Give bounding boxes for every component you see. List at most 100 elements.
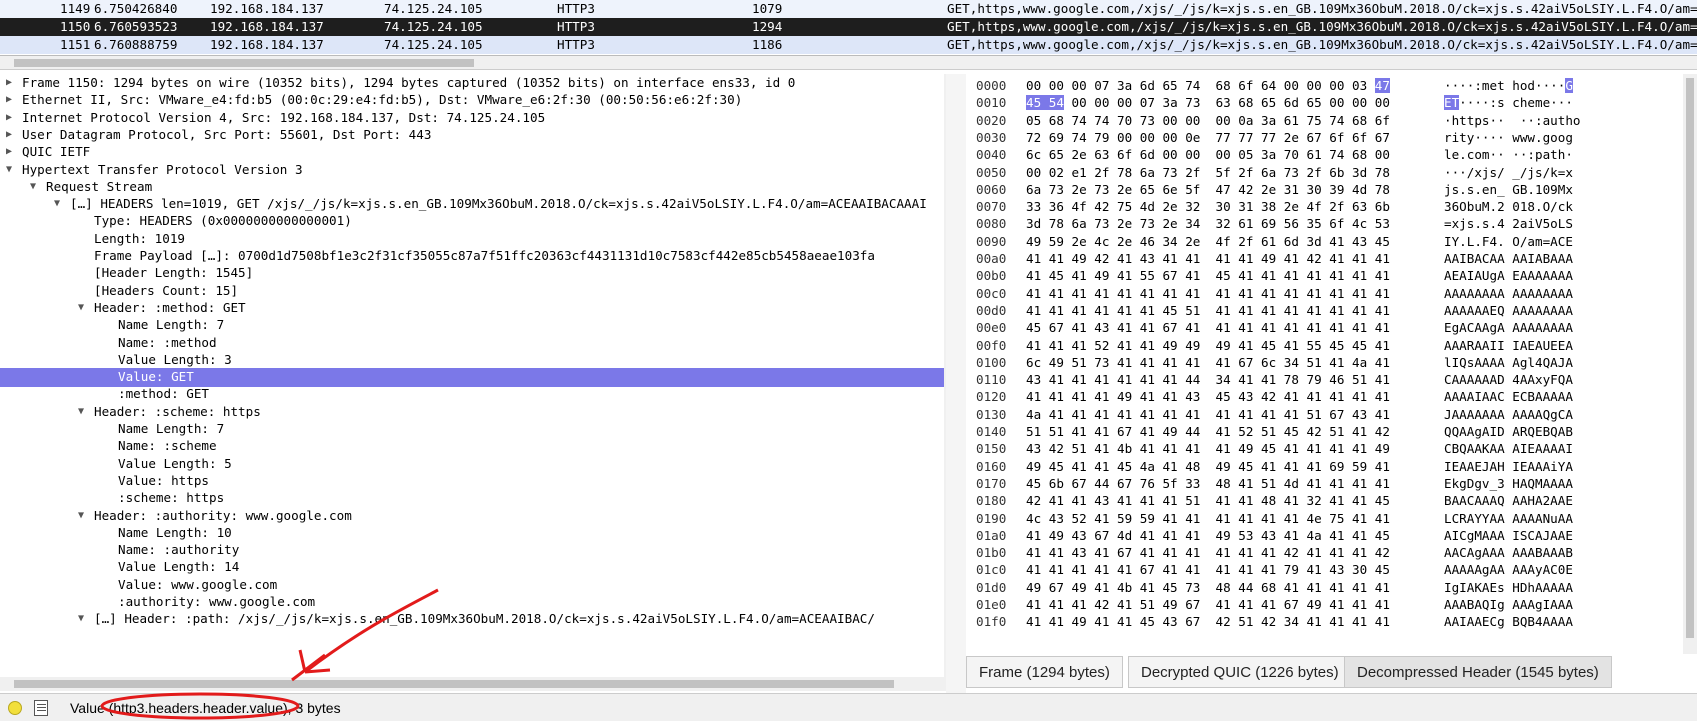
packet-row[interactable]: 1151 6.760888759 192.168.184.137 74.125.… bbox=[0, 36, 1697, 54]
hex-ascii[interactable]: CBQAAKAA AIEAAAAI bbox=[1444, 440, 1573, 459]
hex-bytes[interactable]: 45 67 41 43 41 41 67 41 41 41 41 41 41 4… bbox=[1026, 319, 1390, 338]
tree-item[interactable]: [Headers Count: 15] bbox=[0, 282, 946, 301]
expand-right-icon[interactable]: ▶ bbox=[6, 95, 16, 105]
expand-down-icon[interactable]: ▼ bbox=[78, 510, 88, 521]
hex-bytes[interactable]: 72 69 74 79 00 00 00 0e 77 77 77 2e 67 6… bbox=[1026, 129, 1390, 148]
hex-ascii[interactable]: AAARAAII IAEAUEEA bbox=[1444, 337, 1573, 356]
hex-ascii[interactable]: IEAAEJAH IEAAAiYA bbox=[1444, 458, 1573, 477]
packet-list[interactable]: 1149 6.750426840 192.168.184.137 74.125.… bbox=[0, 0, 1697, 56]
scroll-thumb[interactable] bbox=[14, 680, 894, 688]
tree-item[interactable]: Value Length: 5 bbox=[0, 455, 946, 474]
hex-bytes[interactable]: 49 67 49 41 4b 41 45 73 48 44 68 41 41 4… bbox=[1026, 579, 1390, 598]
packet-list-hscroll[interactable] bbox=[0, 56, 1697, 70]
hex-bytes[interactable]: 4c 43 52 41 59 59 41 41 41 41 41 41 4e 7… bbox=[1026, 510, 1390, 529]
hex-ascii[interactable]: QQAAgAID ARQEBQAB bbox=[1444, 423, 1573, 442]
expand-right-icon[interactable]: ▶ bbox=[6, 129, 16, 140]
scroll-thumb[interactable] bbox=[14, 59, 474, 67]
tab-decrypted-quic[interactable]: Decrypted QUIC (1226 bytes) bbox=[1128, 656, 1352, 688]
hex-bytes[interactable]: 49 59 2e 4c 2e 46 34 2e 4f 2f 61 6d 3d 4… bbox=[1026, 233, 1390, 252]
tree-item[interactable]: ▶ User Datagram Protocol, Src Port: 55601… bbox=[0, 126, 946, 145]
tree-item-selected[interactable]: Value: GET bbox=[0, 368, 946, 387]
expand-down-icon[interactable]: ▼ bbox=[6, 164, 16, 175]
tree-item[interactable]: ▼ Header: :method: GET bbox=[0, 299, 946, 318]
tree-item[interactable]: [Header Length: 1545] bbox=[0, 264, 946, 283]
hex-ascii[interactable]: LCRAYYAA AAAANuAA bbox=[1444, 510, 1573, 529]
tree-item[interactable]: Value Length: 3 bbox=[0, 351, 946, 370]
tree-item[interactable]: Value: www.google.com bbox=[0, 576, 946, 595]
hex-ascii[interactable]: ···/xjs/ _/js/k=x bbox=[1444, 164, 1573, 183]
hex-bytes[interactable]: 00 02 e1 2f 78 6a 73 2f 5f 2f 6a 73 2f 6… bbox=[1026, 164, 1390, 183]
expand-down-icon[interactable]: ▼ bbox=[78, 406, 88, 417]
tree-item[interactable]: ▶ QUIC IETF bbox=[0, 143, 946, 162]
hex-ascii[interactable]: js.s.en_ GB.109Mx bbox=[1444, 181, 1573, 200]
tree-item[interactable]: :authority: www.google.com bbox=[0, 593, 946, 612]
hex-ascii[interactable]: AAAAAAEQ AAAAAAAA bbox=[1444, 302, 1573, 321]
tree-item[interactable]: :method: GET bbox=[0, 385, 946, 404]
hex-ascii[interactable]: ET····:s cheme··· bbox=[1444, 94, 1573, 113]
hex-bytes[interactable]: 41 41 41 52 41 41 49 49 49 41 45 41 55 4… bbox=[1026, 337, 1390, 356]
packet-details-tree[interactable]: ▶ Frame 1150: 1294 bytes on wire (10352 b… bbox=[0, 74, 946, 677]
hex-ascii[interactable]: ····:met hod····G bbox=[1444, 77, 1573, 96]
tree-hscroll[interactable] bbox=[0, 677, 946, 691]
hex-bytes[interactable]: 41 41 49 42 41 43 41 41 41 41 49 41 42 4… bbox=[1026, 250, 1390, 269]
expand-down-icon[interactable]: ▼ bbox=[54, 199, 64, 209]
tree-item[interactable]: Name Length: 7 bbox=[0, 420, 946, 439]
hex-bytes[interactable]: 41 41 49 41 41 45 43 67 42 51 42 34 41 4… bbox=[1026, 613, 1390, 632]
hex-vscroll[interactable] bbox=[1683, 74, 1697, 654]
hex-bytes[interactable]: 41 41 41 41 41 41 45 51 41 41 41 41 41 4… bbox=[1026, 302, 1390, 321]
tree-item[interactable]: Value: https bbox=[0, 472, 946, 491]
hex-bytes[interactable]: 6c 65 2e 63 6f 6d 00 00 00 05 3a 70 61 7… bbox=[1026, 146, 1390, 165]
tree-item[interactable]: ▼ Hypertext Transfer Protocol Version 3 bbox=[0, 161, 946, 180]
tree-item[interactable]: Name: :authority bbox=[0, 541, 946, 560]
tab-frame[interactable]: Frame (1294 bytes) bbox=[966, 656, 1123, 688]
packet-bytes-pane[interactable]: 0000 00 00 00 07 3a 6d 65 74 68 6f 64 00 … bbox=[966, 74, 1697, 654]
hex-bytes[interactable]: 42 41 41 43 41 41 41 51 41 41 48 41 32 4… bbox=[1026, 492, 1390, 511]
packet-row[interactable]: 1149 6.750426840 192.168.184.137 74.125.… bbox=[0, 0, 1697, 18]
hex-ascii[interactable]: AAAAAAAA AAAAAAAA bbox=[1444, 285, 1573, 304]
tree-item[interactable]: ▼ […] Header: :path: /xjs/_/js/k=xjs.s.en… bbox=[0, 610, 946, 629]
hex-ascii[interactable]: rity···· www.goog bbox=[1444, 129, 1573, 148]
hex-bytes[interactable]: 6a 73 2e 73 2e 65 6e 5f 47 42 2e 31 30 3… bbox=[1026, 181, 1390, 200]
packet-row-selected[interactable]: 1150 6.760593523 192.168.184.137 74.125.… bbox=[0, 18, 1697, 36]
hex-ascii[interactable]: AACAgAAA AAABAAAB bbox=[1444, 544, 1573, 563]
tree-item[interactable]: Type: HEADERS (0x0000000000000001) bbox=[0, 212, 946, 231]
hex-ascii[interactable]: =xjs.s.4 2aiV5oLS bbox=[1444, 215, 1573, 234]
hex-bytes[interactable]: 6c 49 51 73 41 41 41 41 41 67 6c 34 51 4… bbox=[1026, 354, 1390, 373]
tree-item[interactable]: Name: :scheme bbox=[0, 437, 946, 456]
hex-bytes[interactable]: 4a 41 41 41 41 41 41 41 41 41 41 41 51 6… bbox=[1026, 406, 1390, 425]
hex-bytes[interactable]: 41 41 43 41 67 41 41 41 41 41 41 42 41 4… bbox=[1026, 544, 1390, 563]
hex-ascii[interactable]: AAABAQIg AAAgIAAA bbox=[1444, 596, 1573, 615]
comment-icon[interactable] bbox=[34, 700, 48, 716]
hex-bytes[interactable]: 41 45 41 49 41 55 67 41 45 41 41 41 41 4… bbox=[1026, 267, 1390, 286]
tree-item[interactable]: Frame Payload […]: 0700d1d7508bf1e3c2f31… bbox=[0, 247, 946, 266]
expand-down-icon[interactable]: ▼ bbox=[30, 181, 40, 192]
expert-info-icon[interactable] bbox=[8, 701, 22, 715]
expand-right-icon[interactable]: ▶ bbox=[6, 112, 16, 123]
hex-ascii[interactable]: le.com·· ··:path· bbox=[1444, 146, 1573, 165]
hex-ascii[interactable]: IgIAKAEs HDhAAAAA bbox=[1444, 579, 1573, 598]
hex-bytes[interactable]: 05 68 74 74 70 73 00 00 00 0a 3a 61 75 7… bbox=[1026, 112, 1390, 131]
hex-ascii[interactable]: EgACAAgA AAAAAAAA bbox=[1444, 319, 1573, 338]
hex-bytes[interactable]: 43 41 41 41 41 41 41 44 34 41 41 78 79 4… bbox=[1026, 371, 1390, 390]
hex-ascii[interactable]: AAAAAgAA AAAyAC0E bbox=[1444, 561, 1573, 580]
tree-item[interactable]: ▼ Header: :authority: www.google.com bbox=[0, 507, 946, 526]
scroll-thumb[interactable] bbox=[1686, 78, 1694, 638]
hex-ascii[interactable]: ·https·· ··:autho bbox=[1444, 112, 1580, 131]
tree-item[interactable]: Name Length: 10 bbox=[0, 524, 946, 543]
hex-bytes[interactable]: 45 6b 67 44 67 76 5f 33 48 41 51 4d 41 4… bbox=[1026, 475, 1390, 494]
hex-bytes[interactable]: 43 42 51 41 4b 41 41 41 41 49 45 41 41 4… bbox=[1026, 440, 1390, 459]
tree-item[interactable]: Name Length: 7 bbox=[0, 316, 946, 335]
expand-down-icon[interactable]: ▼ bbox=[78, 302, 88, 313]
tree-item[interactable]: Name: :method bbox=[0, 334, 946, 353]
hex-ascii[interactable]: AAIAAECg BQB4AAAA bbox=[1444, 613, 1573, 632]
hex-bytes[interactable]: 00 00 00 07 3a 6d 65 74 68 6f 64 00 00 0… bbox=[1026, 77, 1390, 96]
tree-item[interactable]: Value Length: 14 bbox=[0, 558, 946, 577]
pane-splitter[interactable] bbox=[946, 74, 966, 693]
expand-right-icon[interactable]: ▶ bbox=[6, 78, 16, 88]
tree-item[interactable]: ▼ […] HEADERS len=1019, GET /xjs/_/js/k=x… bbox=[0, 195, 946, 214]
hex-ascii[interactable]: AICgMAAA ISCAJAAE bbox=[1444, 527, 1573, 546]
tree-item[interactable]: ▶ Internet Protocol Version 4, Src: 192.1… bbox=[0, 109, 946, 128]
hex-ascii[interactable]: IY.L.F4. O/am=ACE bbox=[1444, 233, 1573, 252]
expand-down-icon[interactable]: ▼ bbox=[78, 614, 88, 624]
hex-bytes[interactable]: 41 41 41 42 41 51 49 67 41 41 41 67 49 4… bbox=[1026, 596, 1390, 615]
